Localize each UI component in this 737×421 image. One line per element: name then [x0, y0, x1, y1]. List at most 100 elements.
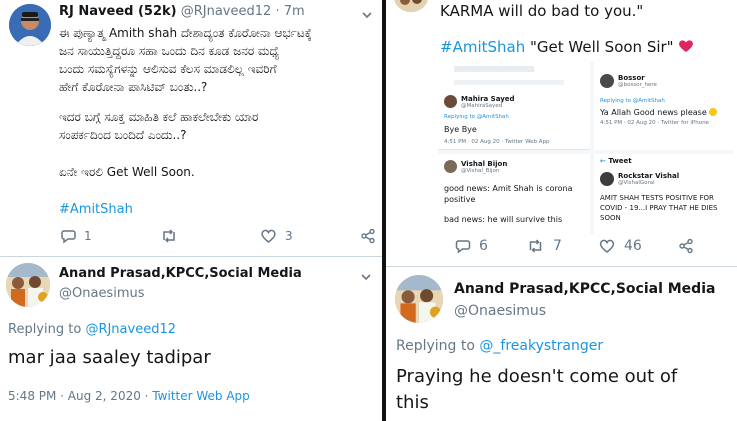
mini-header: ← Tweet	[600, 157, 632, 165]
mini-tweet-card: Vishal Bijon @Vishal_Bijon good news: Am…	[438, 154, 590, 234]
mini-text-line: positive	[444, 195, 476, 204]
tweet-body-3: ಏನೇ ಇರಲಿ Get Well Soon.	[59, 165, 195, 179]
group-photo-icon	[394, 0, 428, 12]
body-line: ಈ ಪುಣ್ಯಾತ್ಮ Amith shah ದೇಶಾದ್ಯಂತ ಕೊರೋನಾ …	[59, 26, 312, 40]
reply-count: 1	[84, 229, 92, 243]
author-handle[interactable]: @RJnaveed12	[181, 4, 272, 19]
group-photo-icon	[6, 263, 50, 307]
mini-text: Ya Allah Good news please	[600, 108, 718, 117]
replying-to: Replying to @RJnaveed12	[8, 322, 176, 337]
mini-name: Bossor	[618, 74, 645, 82]
chevron-down-icon[interactable]	[360, 268, 372, 281]
body-line: ಜನ ಸಾಯುತ್ತಿದ್ದರೂ ಸಹಾ ಒಂದು ದಿನ ಕೂಡ ಜನರ ಮಧ…	[59, 44, 280, 58]
retweet-icon	[163, 229, 175, 243]
divider	[0, 256, 382, 257]
mini-text-line: COVID - 19...I PRAY THAT HE DIES	[600, 204, 718, 212]
mini-handle: @bossor_here	[618, 82, 657, 88]
body-line: ಇದರ ಬಗ್ಗೆ ಸೂಕ್ತ ಮಾಹಿತಿ ಕಲೆ ಹಾಕಲೇಬೇಕು ಯಾರ	[59, 110, 259, 124]
retweet-count: 7	[553, 238, 562, 254]
mini-meta: 4:51 PM · 02 Aug 20 · Twitter for iPhone	[600, 120, 709, 126]
heart-icon	[261, 229, 276, 243]
comment-icon	[61, 230, 76, 244]
reply-text-line: this	[396, 392, 429, 413]
avatar[interactable]	[395, 275, 443, 323]
avatar	[600, 172, 614, 186]
mini-tweet-card: ← Tweet Rockstar Vishal @VishalGoral AMI…	[594, 154, 734, 234]
like-button[interactable]: 3	[260, 228, 293, 244]
emoji-icon	[709, 108, 718, 116]
reply-button[interactable]: 1	[60, 228, 92, 244]
retweet-button[interactable]: 7	[526, 238, 562, 254]
top-text: KARMA will do bad to you."	[440, 2, 644, 20]
share-button[interactable]	[678, 238, 694, 254]
replying-prefix: Replying to	[8, 322, 82, 337]
share-button[interactable]	[360, 228, 376, 244]
mini-action-strip	[454, 80, 564, 85]
avatar[interactable]	[9, 4, 51, 46]
like-button[interactable]: 46	[598, 238, 642, 254]
mini-replying: Replying to @AmitShah	[600, 98, 665, 104]
mini-replying-to: @AmitShah	[632, 98, 665, 104]
right-screenshot: KARMA will do bad to you." #AmitShah "Ge…	[386, 0, 737, 421]
reply-timestamp[interactable]: 5:48 PM · Aug 2, 2020 ·	[8, 389, 148, 403]
tweet-line: #AmitShah "Get Well Soon Sir"	[440, 38, 694, 56]
mini-replying: Replying to @AmitShah	[444, 114, 509, 120]
avatar-partial	[394, 0, 428, 12]
mini-handle: @MahiraSayed	[461, 103, 503, 109]
mini-tweet-card: Mahira Sayed @MahiraSayed Replying to @A…	[438, 62, 590, 150]
mini-text: Bye Bye	[444, 125, 477, 134]
mini-name: Mahira Sayed	[461, 95, 515, 103]
avatar	[444, 160, 457, 173]
body-line: ಬಂದು ಸಮಸ್ಯೆಗಳನ್ನು ಆಲಿಸುವ ಕೆಲಸ ಮಾಡಲಿಲ್ಲ ಇ…	[59, 62, 277, 76]
mini-text-line: bad news: he will survive this	[444, 215, 563, 224]
mini-text-line: AMIT SHAH TESTS POSITIVE FOR	[600, 194, 714, 202]
tweet-body: ಈ ಪುಣ್ಯಾತ್ಮ Amith shah ದೇಶಾದ್ಯಂತ ಕೊರೋನಾ …	[59, 24, 379, 96]
retweet-button[interactable]	[160, 228, 178, 244]
tweet-body-2: ಇದರ ಬಗ್ಗೆ ಸೂಕ್ತ ಮಾಹಿತಿ ಕಲೆ ಹಾಕಲೇಬೇಕು ಯಾರ…	[59, 108, 379, 144]
comment-icon	[455, 240, 471, 254]
mini-top-strip	[454, 66, 534, 72]
tweet-time[interactable]: · 7m	[275, 4, 304, 19]
retweet-icon	[529, 239, 542, 253]
avatar	[444, 95, 457, 108]
mini-meta: 4:51 PM · 02 Aug 20 · Twitter Web App	[444, 139, 550, 145]
divider	[386, 266, 737, 267]
mini-name: Rockstar Vishal	[618, 172, 680, 180]
tweet-header: RJ Naveed (52k) @RJnaveed12 · 7m	[59, 4, 305, 19]
tweet-text: "Get Well Soon Sir"	[525, 38, 679, 56]
back-arrow-icon: ←	[600, 157, 606, 165]
body-line: ಸಂಪರ್ಕದಿಂದ ಬಂದಿದೆ ಎಂದು..?	[59, 128, 187, 142]
left-screenshot: RJ Naveed (52k) @RJnaveed12 · 7m ಈ ಪುಣ್ಯ…	[0, 0, 382, 421]
hashtag-link[interactable]: #AmitShah	[440, 38, 525, 56]
body-line: ಹೇಗೆ ಕೊರೋನಾ ಪಾಸಿಟಿವ್ ಬಂತು..?	[59, 80, 208, 94]
author-name[interactable]: RJ Naveed (52k)	[59, 4, 177, 19]
reply-author-handle[interactable]: @Onaesimus	[454, 303, 546, 319]
replying-to-link[interactable]: @RJnaveed12	[85, 322, 176, 337]
reply-source[interactable]: Twitter Web App	[152, 389, 249, 403]
avatar	[600, 74, 614, 88]
reply-author-handle[interactable]: @Onaesimus	[59, 286, 145, 301]
mini-text-line: good news: Amit Shah is corona	[444, 184, 573, 193]
replying-to-link[interactable]: @_freakystranger	[479, 338, 603, 354]
reply-meta: 5:48 PM · Aug 2, 2020 · Twitter Web App	[8, 389, 250, 403]
mini-replying-to: @AmitShah	[476, 114, 509, 120]
embedded-screenshots: Mahira Sayed @MahiraSayed Replying to @A…	[438, 62, 734, 234]
avatar[interactable]	[6, 263, 50, 307]
reply-text: mar jaa saaley tadipar	[8, 347, 211, 368]
reply-count: 6	[479, 238, 488, 254]
reply-text-line: Praying he doesn't come out of	[396, 366, 678, 387]
mini-replying-prefix: Replying to	[444, 114, 476, 120]
mini-handle: @VishalGoral	[618, 180, 655, 186]
reply-author-name[interactable]: Anand Prasad,KPCC,Social Media	[59, 266, 302, 281]
reply-author-name[interactable]: Anand Prasad,KPCC,Social Media	[454, 281, 715, 297]
heart-icon	[599, 239, 615, 253]
mini-handle: @Vishal_Bijon	[461, 168, 500, 174]
replying-to: Replying to @_freakystranger	[396, 338, 603, 354]
hashtag-link[interactable]: #AmitShah	[59, 202, 133, 217]
group-photo-icon	[395, 275, 443, 323]
reply-text: Praying he doesn't come out of this	[396, 364, 677, 416]
mini-tweet-card: Bossor @bossor_here Replying to @AmitSha…	[594, 62, 734, 150]
like-count: 3	[285, 229, 293, 243]
reply-button[interactable]: 6	[454, 238, 488, 254]
chevron-down-icon[interactable]	[361, 6, 373, 19]
